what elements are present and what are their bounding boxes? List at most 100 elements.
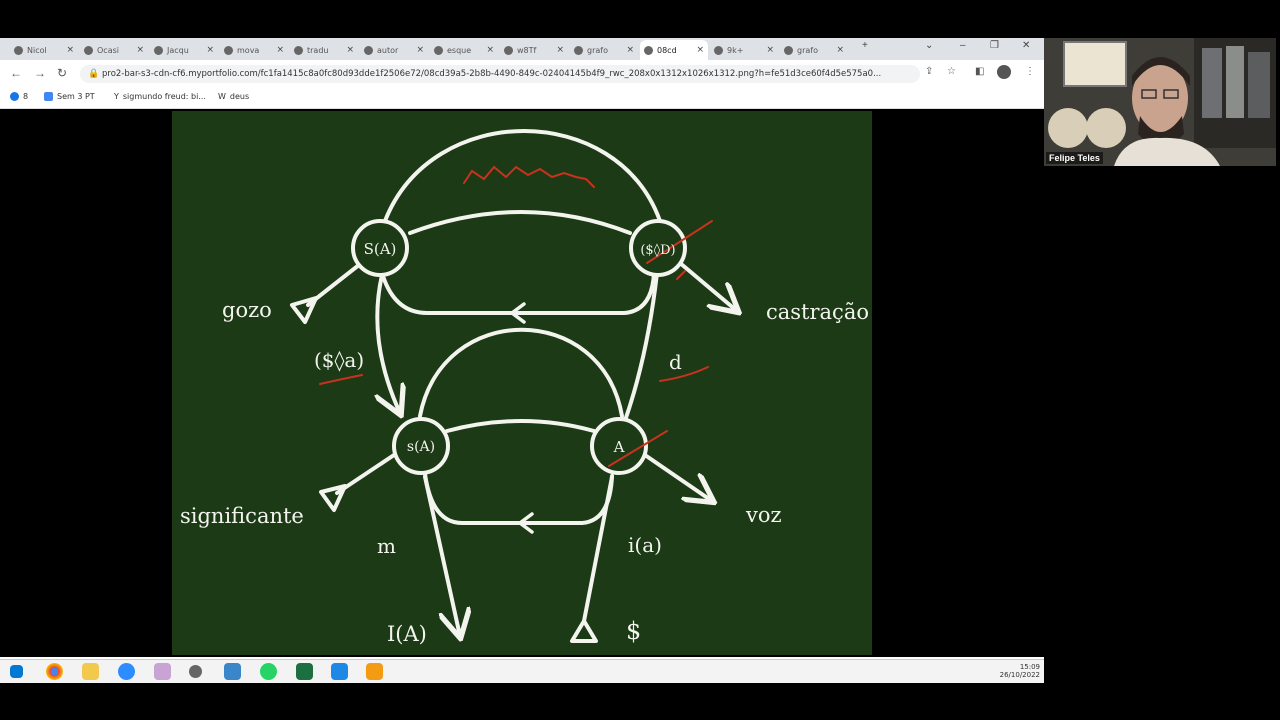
vector-castracao [678, 261, 737, 311]
tab-label: 9k+ [727, 45, 744, 55]
url-text: pro2-bar-s3-cdn-cf6.myportfolio.com/fc1f… [102, 69, 882, 79]
bookmark-item[interactable]: 8 [10, 92, 28, 101]
participant-name: Felipe Teles [1046, 152, 1103, 164]
browser-tab[interactable]: esque × [430, 40, 498, 60]
label-s-A: s(A) [407, 439, 435, 455]
favicon-icon [644, 45, 653, 55]
reload-icon[interactable]: ↻ [57, 66, 67, 80]
vector-voz [640, 451, 712, 501]
browser-tab[interactable]: grafo × [780, 40, 848, 60]
tab-bar: Nicol × Ocasi × Jacqu × mova × tradu × autor × esque… [0, 38, 1044, 60]
tab-label: Jacqu [167, 45, 189, 55]
label-barred-S: $ [626, 617, 641, 645]
label-voz: voz [745, 503, 782, 527]
browser-tab[interactable]: Ocasi × [80, 40, 148, 60]
label-castracao: castração [766, 300, 869, 324]
gozo-triangle-marker [290, 296, 318, 324]
lower-chord [445, 419, 596, 433]
tab-close-icon[interactable]: × [556, 45, 564, 55]
excel-icon[interactable] [296, 663, 313, 680]
browser-tab[interactable]: mova × [220, 40, 288, 60]
vector-from-barred-S [582, 475, 614, 623]
browser-tab[interactable]: grafo × [570, 40, 638, 60]
forward-icon[interactable]: → [34, 66, 46, 80]
profile-avatar[interactable] [997, 65, 1011, 79]
browser-tab[interactable]: Nicol × [10, 40, 78, 60]
system-clock: 15:09 26/10/2022 [999, 663, 1040, 679]
minimize-icon[interactable]: – [960, 40, 966, 51]
label-gozo: gozo [222, 298, 272, 322]
favicon-icon [364, 45, 373, 55]
back-icon[interactable]: ← [10, 66, 22, 80]
tab-close-icon[interactable]: × [206, 45, 214, 55]
chevron-down-icon[interactable]: ⌄ [925, 40, 933, 51]
app-icon[interactable] [366, 663, 383, 680]
whatsapp-icon[interactable] [260, 663, 277, 680]
chrome-icon[interactable] [46, 663, 63, 680]
windows-start-icon[interactable] [10, 665, 23, 678]
tab-close-icon[interactable]: × [626, 45, 634, 55]
upper-chord [408, 210, 632, 235]
vector-left-descent [377, 273, 400, 413]
bookmark-item[interactable]: Ysigmundo freud: bi... [114, 92, 206, 101]
tab-label: tradu [307, 45, 329, 55]
paint-icon[interactable] [154, 663, 171, 680]
favicon-icon [434, 45, 443, 55]
close-icon[interactable]: ✕ [1022, 40, 1030, 51]
lock-icon: 🔒 [88, 69, 100, 79]
label-barred-S-D: ($◊D) [640, 243, 675, 258]
browser-tab[interactable]: 08cd × [640, 40, 708, 60]
bookmark-item[interactable]: Sem 3 PT [44, 92, 95, 101]
menu-icon[interactable]: ⋮ [1025, 66, 1035, 77]
browser-tab[interactable]: Jacqu × [150, 40, 218, 60]
tab-label: w8Tf [517, 45, 537, 55]
label-I-A: I(A) [387, 622, 427, 646]
vector-right-descent [620, 271, 659, 431]
bookmark-icon [10, 92, 19, 101]
tab-close-icon[interactable]: × [136, 45, 144, 55]
favicon-icon [154, 45, 163, 55]
tab-label: esque [447, 45, 472, 55]
browser-tab[interactable]: w8Tf × [500, 40, 568, 60]
tab-close-icon[interactable]: × [696, 45, 704, 55]
tab-close-icon[interactable]: × [66, 45, 74, 55]
extensions-icon[interactable]: ◧ [975, 66, 984, 77]
media-player-icon[interactable] [331, 663, 348, 680]
tab-close-icon[interactable]: × [486, 45, 494, 55]
settings-gear-icon[interactable] [189, 665, 202, 678]
tab-close-icon[interactable]: × [346, 45, 354, 55]
y-icon: Y [114, 92, 119, 101]
barred-S-triangle-marker [570, 619, 598, 643]
bookmark-item[interactable]: Wdeus [218, 92, 249, 101]
star-icon[interactable]: ☆ [947, 66, 956, 77]
label-A: A [613, 438, 625, 456]
tab-close-icon[interactable]: × [416, 45, 424, 55]
tab-label: autor [377, 45, 399, 55]
vector-to-I-A [423, 475, 460, 636]
annotation-squiggle [463, 165, 595, 188]
translate-icon [44, 92, 53, 101]
label-barred-S-a: ($◊a) [314, 348, 364, 372]
share-icon[interactable]: ⇪ [925, 66, 933, 77]
lower-return-arrow [423, 472, 614, 525]
browser-tab[interactable]: tradu × [290, 40, 358, 60]
browser-window: Nicol × Ocasi × Jacqu × mova × tradu × autor × esque… [0, 38, 1044, 683]
new-tab-button[interactable]: + [862, 40, 868, 51]
tab-close-icon[interactable]: × [766, 45, 774, 55]
photos-icon[interactable] [224, 663, 241, 680]
browser-tab[interactable]: autor × [360, 40, 428, 60]
favicon-icon [784, 45, 793, 55]
tab-close-icon[interactable]: × [276, 45, 284, 55]
url-field[interactable]: 🔒 pro2-bar-s3-cdn-cf6.myportfolio.com/fc… [80, 65, 920, 83]
browser-tab[interactable]: 9k+ × [710, 40, 778, 60]
favicon-icon [294, 45, 303, 55]
webcam-video-tile: Felipe Teles [1044, 38, 1276, 166]
zoom-icon[interactable] [118, 663, 135, 680]
tab-close-icon[interactable]: × [836, 45, 844, 55]
tab-label: grafo [587, 45, 608, 55]
file-explorer-icon[interactable] [82, 663, 99, 680]
graph-of-desire-slide: S(A) ($◊D) s(A) A gozo castração ($◊a) d… [172, 111, 872, 655]
annotation-tick [676, 270, 686, 280]
windows-taskbar: 15:09 26/10/2022 [0, 659, 1044, 683]
restore-icon[interactable]: ❐ [990, 40, 999, 51]
